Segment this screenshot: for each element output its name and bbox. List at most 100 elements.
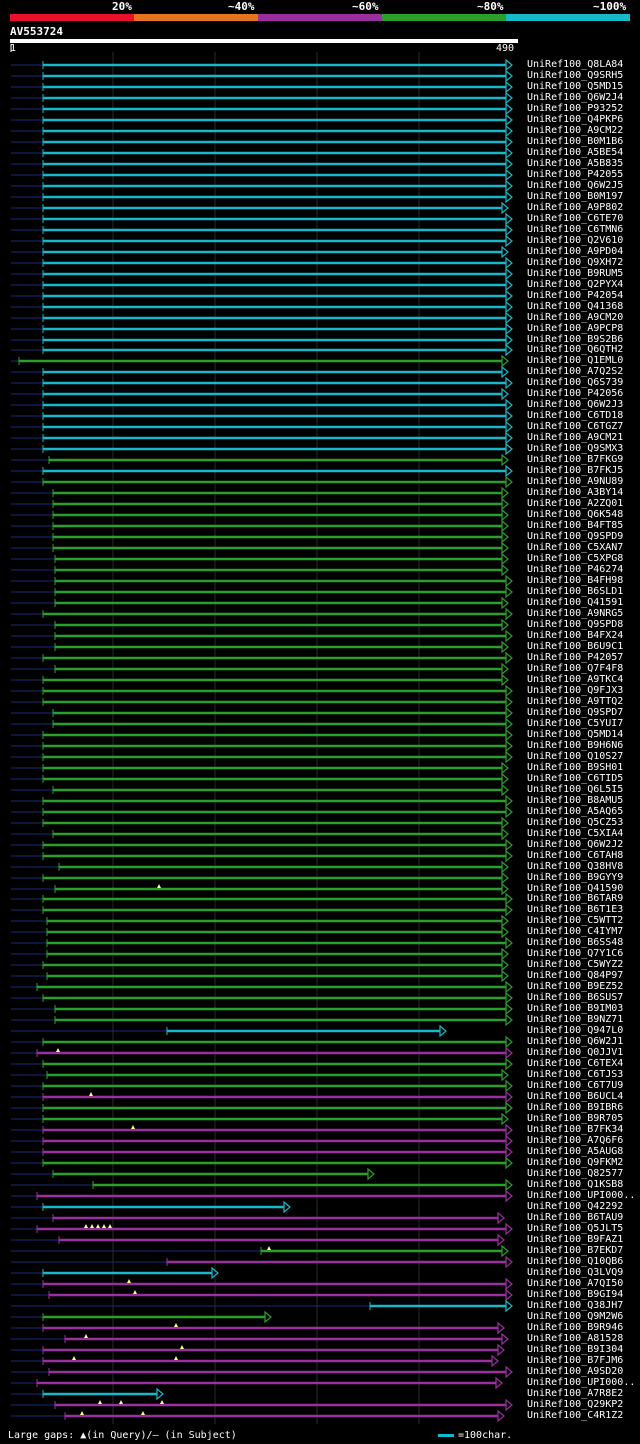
hit-label[interactable]: UniRef100_A7Q2S2 [527, 366, 623, 377]
hit-label[interactable]: UniRef100_B9R705 [527, 1113, 623, 1124]
hit-label[interactable]: UniRef100_Q6L5I5 [527, 784, 623, 795]
hit-label[interactable]: UniRef100_A9TTQ2 [527, 696, 623, 707]
hit-label[interactable]: UniRef100_Q9FKM2 [527, 1157, 623, 1168]
hit-label[interactable]: UniRef100_B6TAR9 [527, 893, 623, 904]
hit-label[interactable]: UniRef100_B9SH01 [527, 762, 623, 773]
hit-label[interactable]: UniRef100_A5AQ65 [527, 806, 623, 817]
hit-label[interactable]: UniRef100_Q6S739 [527, 377, 623, 388]
hit-label[interactable]: UniRef100_Q9SRH5 [527, 70, 623, 81]
hit-label[interactable]: UniRef100_C5XAN7 [527, 542, 623, 553]
hit-label[interactable]: UniRef100_C5YUI7 [527, 718, 623, 729]
hit-label[interactable]: UniRef100_Q9SPD7 [527, 707, 623, 718]
hit-label[interactable]: UniRef100_B6SUS7 [527, 992, 623, 1003]
hit-label[interactable]: UniRef100_Q38JH7 [527, 1300, 623, 1311]
hit-label[interactable]: UniRef100_Q0JJV1 [527, 1047, 623, 1058]
hit-label[interactable]: UniRef100_B0M197 [527, 191, 623, 202]
hit-label[interactable]: UniRef100_A9NRG5 [527, 608, 623, 619]
hit-label[interactable]: UniRef100_Q8LA84 [527, 59, 623, 70]
hit-label[interactable]: UniRef100_B6U9C1 [527, 641, 623, 652]
hit-label[interactable]: UniRef100_B9RUM5 [527, 268, 623, 279]
hit-label[interactable]: UniRef100_B9IM03 [527, 1003, 623, 1014]
hit-label[interactable]: UniRef100_A7QI50 [527, 1278, 623, 1289]
hit-label[interactable]: UniRef100_P46274 [527, 564, 623, 575]
hit-label[interactable]: UniRef100_B9IBR6 [527, 1102, 623, 1113]
hit-label[interactable]: UniRef100_C5WYZ2 [527, 959, 623, 970]
hit-label[interactable]: UniRef100_B7FJM6 [527, 1355, 623, 1366]
hit-label[interactable]: UniRef100_C6TE70 [527, 213, 623, 224]
hit-label[interactable]: UniRef100_Q29KP2 [527, 1399, 623, 1410]
hit-label[interactable]: UniRef100_C4IYM7 [527, 926, 623, 937]
hit-label[interactable]: UniRef100_Q1KSB8 [527, 1179, 623, 1190]
hit-label[interactable]: UniRef100_UPI000.. [527, 1377, 635, 1388]
hit-label[interactable]: UniRef100_Q9FJX3 [527, 685, 623, 696]
hit-label[interactable]: UniRef100_UPI000.. [527, 1190, 635, 1201]
hit-label[interactable]: UniRef100_Q9XH72 [527, 257, 623, 268]
hit-label[interactable]: UniRef100_B6UCL4 [527, 1091, 623, 1102]
hit-label[interactable]: UniRef100_A9CM22 [527, 125, 623, 136]
hit-label[interactable]: UniRef100_Q6W2J2 [527, 839, 623, 850]
hit-label[interactable]: UniRef100_B6SLD1 [527, 586, 623, 597]
hit-label[interactable]: UniRef100_P93252 [527, 103, 623, 114]
hit-label[interactable]: UniRef100_Q6W2J4 [527, 92, 623, 103]
hit-label[interactable]: UniRef100_Q84P97 [527, 970, 623, 981]
hit-label[interactable]: UniRef100_B9GYY9 [527, 872, 623, 883]
hit-label[interactable]: UniRef100_Q6W2J5 [527, 180, 623, 191]
hit-label[interactable]: UniRef100_A9PCP8 [527, 323, 623, 334]
hit-label[interactable]: UniRef100_B0M1B6 [527, 136, 623, 147]
hit-label[interactable]: UniRef100_Q10QB6 [527, 1256, 623, 1267]
hit-label[interactable]: UniRef100_C5WTT2 [527, 915, 623, 926]
hit-label[interactable]: UniRef100_B6SS48 [527, 937, 623, 948]
hit-label[interactable]: UniRef100_P42055 [527, 169, 623, 180]
hit-label[interactable]: UniRef100_A5BE54 [527, 147, 623, 158]
hit-label[interactable]: UniRef100_B4FX24 [527, 630, 623, 641]
hit-label[interactable]: UniRef100_Q6W2J3 [527, 399, 623, 410]
hit-label[interactable]: UniRef100_A81528 [527, 1333, 623, 1344]
hit-label[interactable]: UniRef100_A5AUG8 [527, 1146, 623, 1157]
hit-label[interactable]: UniRef100_Q2V610 [527, 235, 623, 246]
hit-label[interactable]: UniRef100_B6T1E3 [527, 904, 623, 915]
hit-label[interactable]: UniRef100_Q42292 [527, 1201, 623, 1212]
hit-label[interactable]: UniRef100_Q4PKP6 [527, 114, 623, 125]
hit-label[interactable]: UniRef100_A7Q6F6 [527, 1135, 623, 1146]
hit-label[interactable]: UniRef100_Q6QTH2 [527, 344, 623, 355]
hit-label[interactable]: UniRef100_C6TGZ7 [527, 421, 623, 432]
hit-label[interactable]: UniRef100_Q5MD14 [527, 729, 623, 740]
hit-label[interactable]: UniRef100_Q5CZ53 [527, 817, 623, 828]
hit-label[interactable]: UniRef100_Q7F4F8 [527, 663, 623, 674]
hit-label[interactable]: UniRef100_Q5JLT5 [527, 1223, 623, 1234]
hit-label[interactable]: UniRef100_P42057 [527, 652, 623, 663]
hit-label[interactable]: UniRef100_C6TID5 [527, 773, 623, 784]
hit-label[interactable]: UniRef100_C5XPG8 [527, 553, 623, 564]
hit-label[interactable]: UniRef100_C6TD18 [527, 410, 623, 421]
hit-label[interactable]: UniRef100_Q9SPD9 [527, 531, 623, 542]
hit-label[interactable]: UniRef100_Q41368 [527, 301, 623, 312]
hit-label[interactable]: UniRef100_B8AMU5 [527, 795, 623, 806]
hit-label[interactable]: UniRef100_B7EKD7 [527, 1245, 623, 1256]
hit-label[interactable]: UniRef100_C6T7U9 [527, 1080, 623, 1091]
hit-label[interactable]: UniRef100_B9I304 [527, 1344, 623, 1355]
hit-label[interactable]: UniRef100_A2ZQ01 [527, 498, 623, 509]
hit-label[interactable]: UniRef100_B9R946 [527, 1322, 623, 1333]
hit-label[interactable]: UniRef100_A9SD20 [527, 1366, 623, 1377]
hit-label[interactable]: UniRef100_B9H6N6 [527, 740, 623, 751]
hit-label[interactable]: UniRef100_C5XIA4 [527, 828, 623, 839]
hit-label[interactable]: UniRef100_C6TJS3 [527, 1069, 623, 1080]
hit-label[interactable]: UniRef100_Q82577 [527, 1168, 623, 1179]
hit-label[interactable]: UniRef100_B9EZ52 [527, 981, 623, 992]
hit-label[interactable]: UniRef100_Q6K548 [527, 509, 623, 520]
hit-label[interactable]: UniRef100_Q9SPD8 [527, 619, 623, 630]
hit-label[interactable]: UniRef100_Q10S27 [527, 751, 623, 762]
hit-label[interactable]: UniRef100_A7R8E2 [527, 1388, 623, 1399]
hit-label[interactable]: UniRef100_B7FK34 [527, 1124, 623, 1135]
hit-label[interactable]: UniRef100_C6TEX4 [527, 1058, 623, 1069]
hit-label[interactable]: UniRef100_B9GI94 [527, 1289, 623, 1300]
hit-label[interactable]: UniRef100_A9CM20 [527, 312, 623, 323]
hit-label[interactable]: UniRef100_A9CM21 [527, 432, 623, 443]
hit-label[interactable]: UniRef100_B7FKG9 [527, 454, 623, 465]
hit-label[interactable]: UniRef100_Q38HV8 [527, 861, 623, 872]
hit-label[interactable]: UniRef100_B6TAU9 [527, 1212, 623, 1223]
hit-label[interactable]: UniRef100_B9NZ71 [527, 1014, 623, 1025]
hit-label[interactable]: UniRef100_Q1EML0 [527, 355, 623, 366]
hit-label[interactable]: UniRef100_Q2PYX4 [527, 279, 623, 290]
hit-label[interactable]: UniRef100_P42054 [527, 290, 623, 301]
